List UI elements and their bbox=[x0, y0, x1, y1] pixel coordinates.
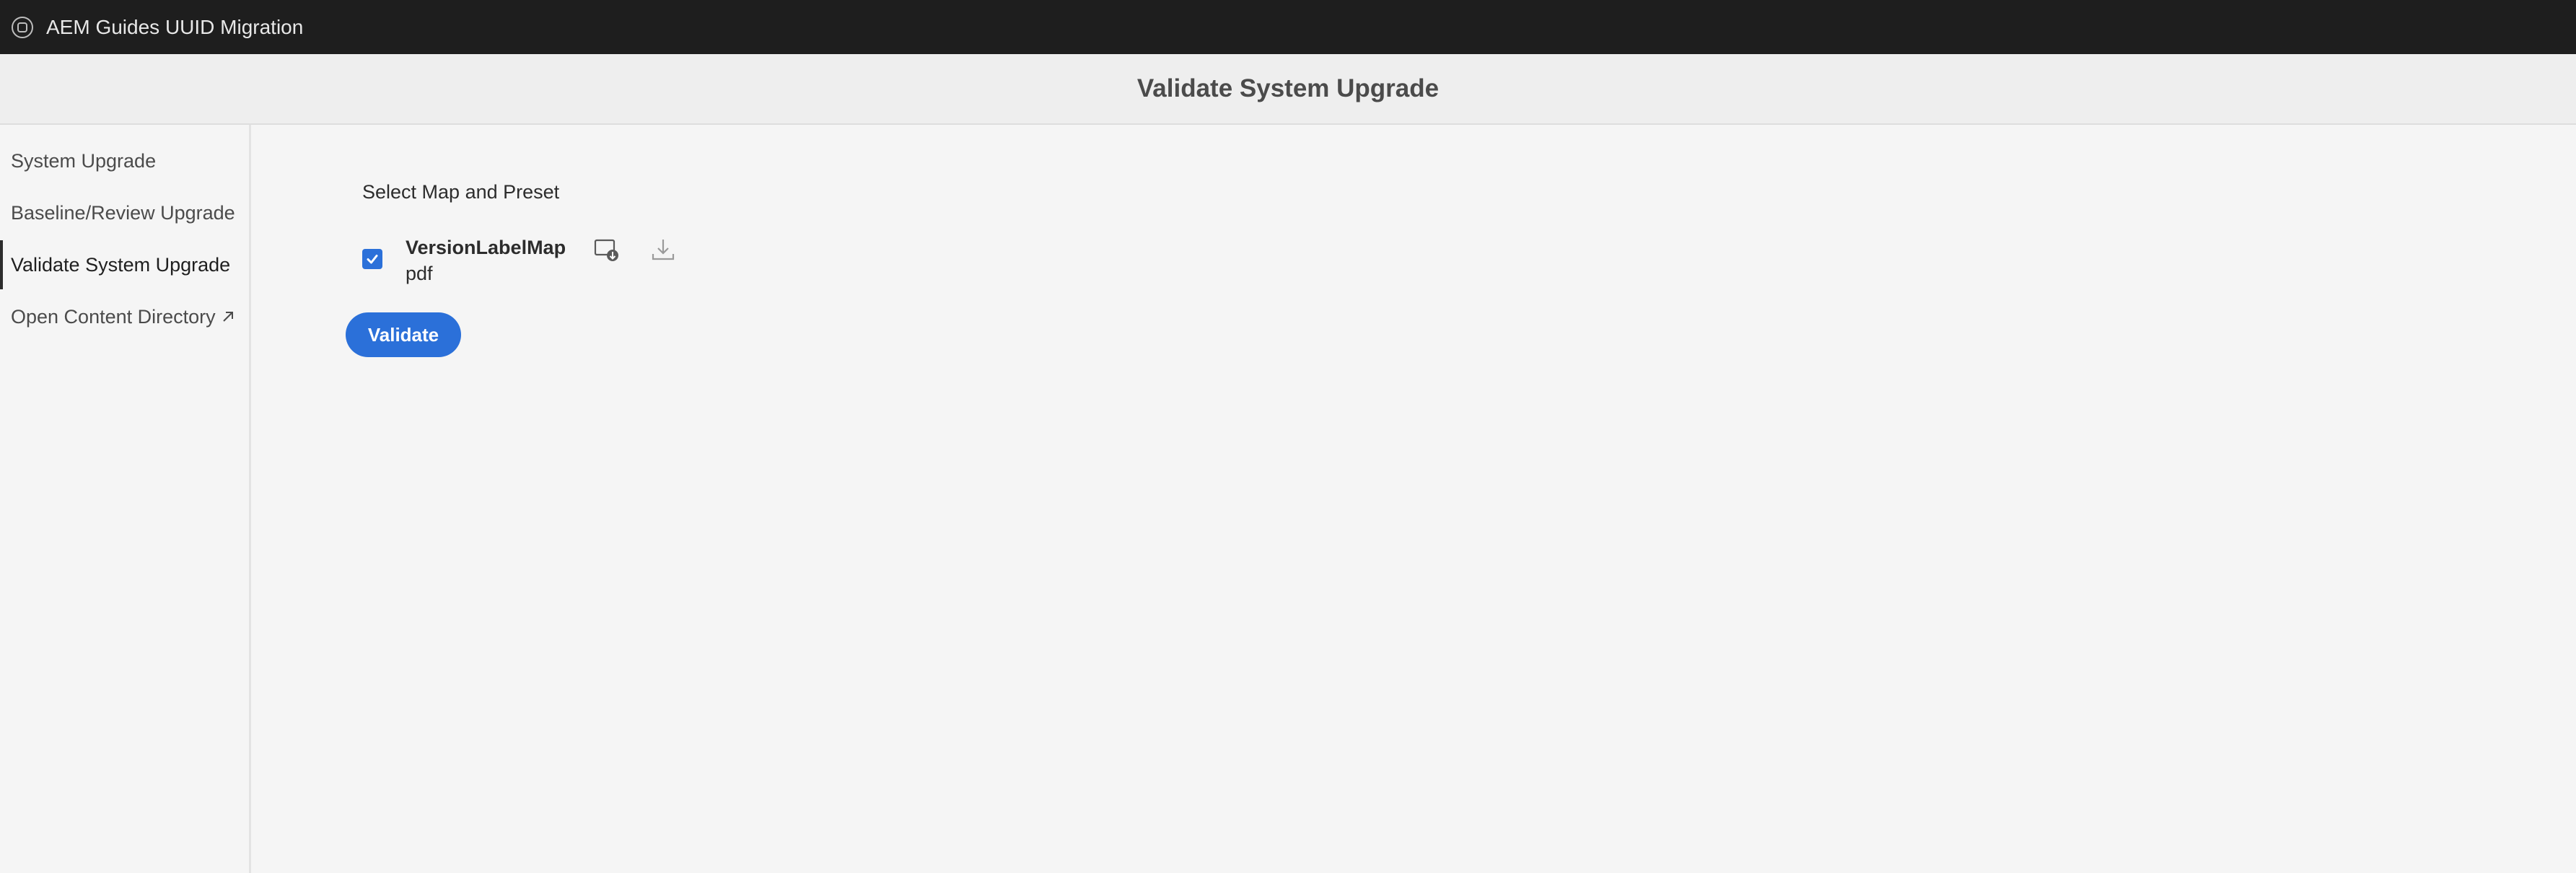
map-row: VersionLabelMap pdf bbox=[362, 234, 678, 286]
map-checkbox[interactable] bbox=[362, 249, 382, 269]
sidebar-item-open-content-directory[interactable]: Open Content Directory bbox=[0, 291, 249, 343]
main-content: Select Map and Preset VersionLabelMap pd… bbox=[251, 125, 2576, 873]
page-header: Validate System Upgrade bbox=[0, 54, 2576, 125]
sidebar-item-baseline-review-upgrade[interactable]: Baseline/Review Upgrade bbox=[0, 187, 249, 239]
checkmark-icon bbox=[367, 255, 378, 264]
page-title: Validate System Upgrade bbox=[1136, 74, 1440, 102]
sidebar: System Upgrade Baseline/Review Upgrade V… bbox=[0, 125, 251, 873]
map-info: VersionLabelMap pdf bbox=[406, 234, 566, 286]
sidebar-item-validate-system-upgrade[interactable]: Validate System Upgrade bbox=[0, 239, 249, 291]
app-titlebar: AEM Guides UUID Migration bbox=[0, 0, 2576, 54]
section-label: Select Map and Preset bbox=[362, 181, 560, 203]
app-title: AEM Guides UUID Migration bbox=[46, 15, 304, 38]
map-preset: pdf bbox=[406, 263, 433, 284]
map-name: VersionLabelMap bbox=[406, 237, 566, 258]
sidebar-item-label: System Upgrade bbox=[11, 149, 157, 172]
external-link-icon bbox=[222, 310, 235, 323]
sidebar-item-label: Open Content Directory bbox=[11, 305, 216, 328]
sidebar-item-label: Validate System Upgrade bbox=[11, 253, 231, 276]
generate-output-icon[interactable] bbox=[592, 234, 622, 265]
sidebar-item-label: Baseline/Review Upgrade bbox=[11, 201, 235, 224]
download-icon[interactable] bbox=[648, 234, 678, 265]
validate-button[interactable]: Validate bbox=[346, 312, 461, 357]
sidebar-item-system-upgrade[interactable]: System Upgrade bbox=[0, 135, 249, 187]
aem-logo-icon bbox=[10, 15, 35, 40]
